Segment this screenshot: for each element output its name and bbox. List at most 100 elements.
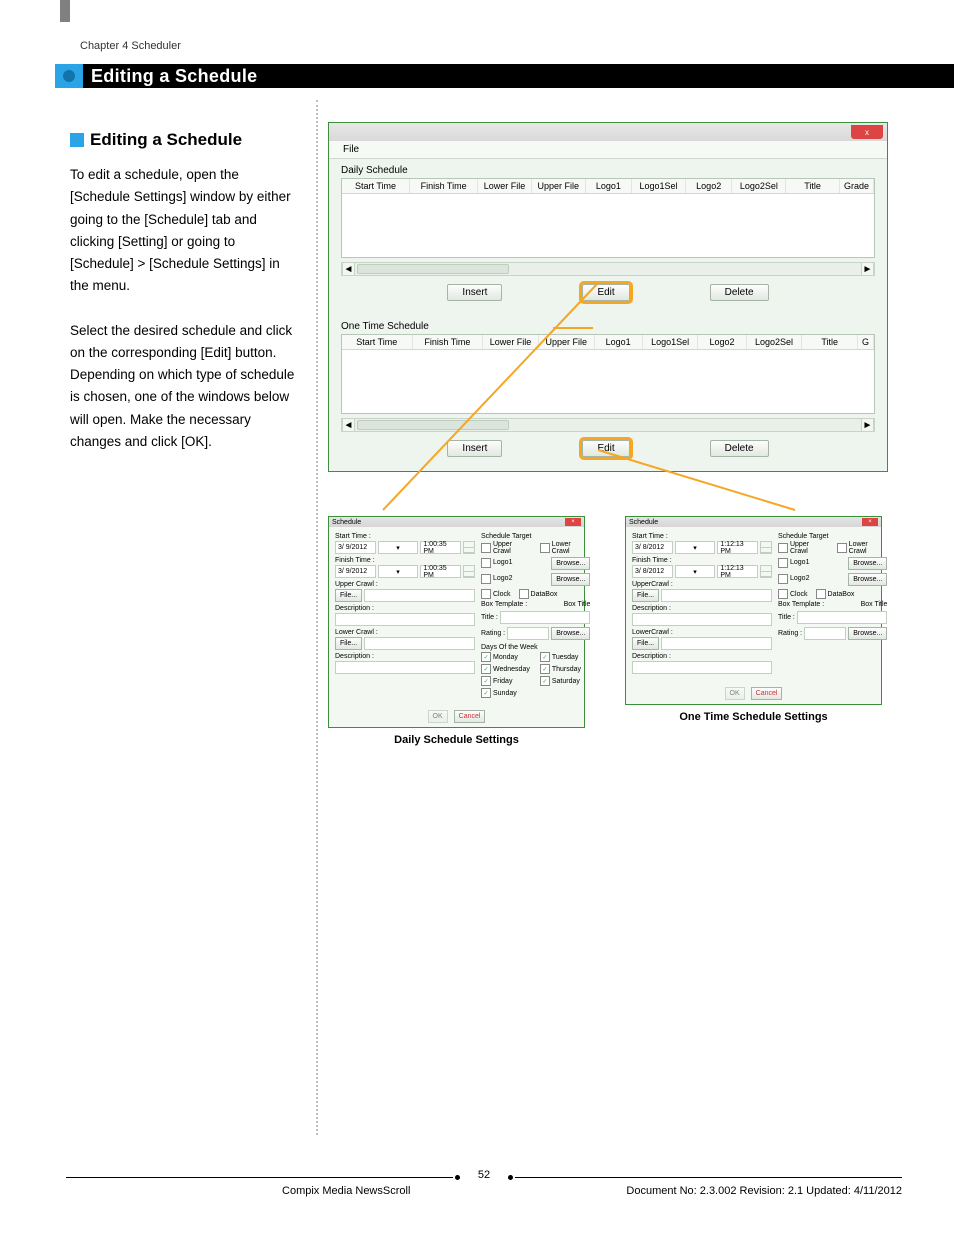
daily-lower-desc-input[interactable] — [335, 661, 475, 674]
close-icon[interactable]: x — [851, 125, 883, 139]
chk-fri[interactable]: ✓ — [481, 676, 491, 686]
col-logo1-2[interactable]: Logo1 — [595, 335, 643, 349]
col-title[interactable]: Title — [786, 179, 840, 193]
onetime-finish-date[interactable]: 3/ 8/2012 — [632, 565, 673, 578]
onetime-chk-logo2[interactable] — [778, 574, 788, 584]
onetime-lower-file-button[interactable]: File... — [632, 637, 659, 650]
daily-finish-date-picker-icon[interactable]: ▾ — [378, 565, 419, 578]
col-lower-file-2[interactable]: Lower File — [483, 335, 539, 349]
chk-tue[interactable]: ✓ — [540, 652, 550, 662]
col-title-2[interactable]: Title — [802, 335, 858, 349]
onetime-upper-file-input[interactable] — [661, 589, 772, 602]
onetime-title-input[interactable] — [797, 611, 888, 624]
menu-file[interactable]: File — [329, 141, 887, 159]
onetime-chk-clock[interactable] — [778, 589, 788, 599]
chk-sat[interactable]: ✓ — [540, 676, 550, 686]
chk-mon[interactable]: ✓ — [481, 652, 491, 662]
col-finish-time[interactable]: Finish Time — [410, 179, 478, 193]
onetime-finish-date-picker-icon[interactable]: ▾ — [675, 565, 716, 578]
daily-chk-logo2[interactable] — [481, 574, 491, 584]
daily-lower-file-button[interactable]: File... — [335, 637, 362, 650]
daily-lower-file-input[interactable] — [364, 637, 475, 650]
daily-chk-logo1[interactable] — [481, 558, 491, 568]
onetime-schedule-grid[interactable]: Start Time Finish Time Lower File Upper … — [341, 334, 875, 414]
daily-logo2-browse[interactable]: Browse... — [551, 573, 590, 586]
onetime-logo2-browse[interactable]: Browse... — [848, 573, 887, 586]
onetime-start-date[interactable]: 3/ 8/2012 — [632, 541, 673, 554]
col-finish-time-2[interactable]: Finish Time — [413, 335, 484, 349]
onetime-cancel-button[interactable]: Cancel — [751, 687, 783, 700]
daily-title-input[interactable] — [500, 611, 591, 624]
daily-start-date[interactable]: 3/ 9/2012 — [335, 541, 376, 554]
daily-upper-file-input[interactable] — [364, 589, 475, 602]
scroll-right-icon[interactable]: ► — [861, 263, 874, 275]
daily-schedule-grid[interactable]: Start Time Finish Time Lower File Upper … — [341, 178, 875, 258]
col-logo2-2[interactable]: Logo2 — [698, 335, 746, 349]
col-grade[interactable]: Grade — [840, 179, 874, 193]
onetime-rating-browse[interactable]: Browse... — [848, 627, 887, 640]
daily-rating-browse[interactable]: Browse... — [551, 627, 590, 640]
onetime-insert-button[interactable]: Insert — [447, 440, 502, 457]
onetime-finish-time[interactable]: 1:12:13 PM — [717, 565, 758, 578]
col-logo1sel-2[interactable]: Logo1Sel — [643, 335, 699, 349]
daily-chk-lower[interactable] — [540, 543, 550, 553]
daily-chk-upper[interactable] — [481, 543, 491, 553]
col-upper-file-2[interactable]: Upper File — [539, 335, 595, 349]
daily-cancel-button[interactable]: Cancel — [454, 710, 486, 723]
col-logo1[interactable]: Logo1 — [586, 179, 633, 193]
chk-thu[interactable]: ✓ — [540, 664, 550, 674]
daily-dialog-close-icon[interactable]: × — [565, 518, 581, 526]
daily-finish-spinner[interactable] — [463, 565, 475, 578]
scroll-left-icon[interactable]: ◄ — [342, 263, 355, 275]
onetime-rating-input[interactable] — [804, 627, 846, 640]
chk-sun[interactable]: ✓ — [481, 688, 491, 698]
onetime-lower-file-input[interactable] — [661, 637, 772, 650]
col-start-time[interactable]: Start Time — [342, 179, 410, 193]
onetime-delete-button[interactable]: Delete — [710, 440, 769, 457]
daily-start-spinner[interactable] — [463, 541, 475, 554]
onetime-edit-button[interactable]: Edit — [582, 440, 629, 457]
onetime-ok-button[interactable]: OK — [725, 687, 745, 700]
onetime-start-time[interactable]: 1:12:13 PM — [717, 541, 758, 554]
onetime-chk-lower[interactable] — [837, 543, 847, 553]
onetime-start-date-picker-icon[interactable]: ▾ — [675, 541, 716, 554]
chk-wed[interactable]: ✓ — [481, 664, 491, 674]
col-grade-2[interactable]: G — [858, 335, 874, 349]
onetime-chk-databox[interactable] — [816, 589, 826, 599]
col-start-time-2[interactable]: Start Time — [342, 335, 413, 349]
onetime-upper-desc-input[interactable] — [632, 613, 772, 626]
col-upper-file[interactable]: Upper File — [532, 179, 586, 193]
daily-rating-input[interactable] — [507, 627, 549, 640]
daily-scrollbar[interactable]: ◄ ► — [341, 262, 875, 276]
scroll-right-icon-2[interactable]: ► — [861, 419, 874, 431]
daily-upper-desc-input[interactable] — [335, 613, 475, 626]
daily-ok-button[interactable]: OK — [428, 710, 448, 723]
col-logo1sel[interactable]: Logo1Sel — [632, 179, 686, 193]
onetime-lower-desc-input[interactable] — [632, 661, 772, 674]
scroll-left-icon-2[interactable]: ◄ — [342, 419, 355, 431]
daily-start-date-picker-icon[interactable]: ▾ — [378, 541, 419, 554]
col-logo2[interactable]: Logo2 — [686, 179, 733, 193]
col-lower-file[interactable]: Lower File — [478, 179, 532, 193]
daily-logo1-browse[interactable]: Browse... — [551, 557, 590, 570]
daily-edit-button[interactable]: Edit — [582, 284, 629, 301]
daily-finish-date[interactable]: 3/ 9/2012 — [335, 565, 376, 578]
daily-finish-time[interactable]: 1:00:35 PM — [420, 565, 461, 578]
daily-upper-file-button[interactable]: File... — [335, 589, 362, 602]
daily-chk-databox[interactable] — [519, 589, 529, 599]
onetime-upper-file-button[interactable]: File... — [632, 589, 659, 602]
onetime-chk-upper[interactable] — [778, 543, 788, 553]
daily-insert-button[interactable]: Insert — [447, 284, 502, 301]
onetime-logo1-browse[interactable]: Browse... — [848, 557, 887, 570]
onetime-start-spinner[interactable] — [760, 541, 772, 554]
onetime-lower-label: LowerCrawl : — [632, 629, 772, 636]
col-logo2sel[interactable]: Logo2Sel — [732, 179, 786, 193]
onetime-chk-logo1[interactable] — [778, 558, 788, 568]
onetime-scrollbar[interactable]: ◄ ► — [341, 418, 875, 432]
col-logo2sel-2[interactable]: Logo2Sel — [747, 335, 803, 349]
onetime-finish-spinner[interactable] — [760, 565, 772, 578]
daily-delete-button[interactable]: Delete — [710, 284, 769, 301]
daily-start-time[interactable]: 1:00:35 PM — [420, 541, 461, 554]
daily-chk-clock[interactable] — [481, 589, 491, 599]
onetime-dialog-close-icon[interactable]: × — [862, 518, 878, 526]
